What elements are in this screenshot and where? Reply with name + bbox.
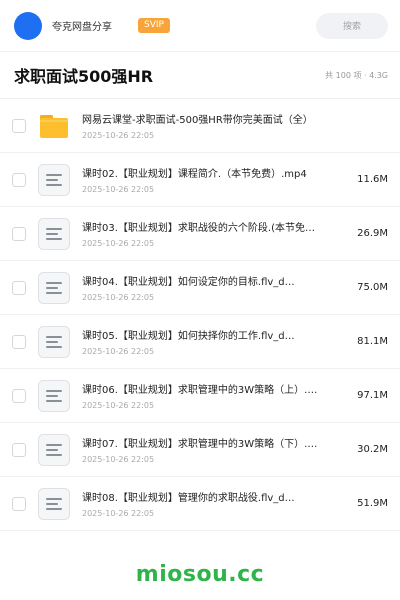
file-size: 26.9M xyxy=(357,228,388,239)
file-date: 2025-10-26 22:05 xyxy=(82,401,155,410)
select-checkbox[interactable] xyxy=(12,172,26,187)
select-checkbox[interactable] xyxy=(12,334,26,349)
file-name[interactable]: 课时06.【职业规划】求职管理中的3W策略（上）.… xyxy=(82,381,342,396)
file-date: 2025-10-26 22:05 xyxy=(82,293,155,302)
select-checkbox[interactable] xyxy=(12,496,26,511)
folder-meta: 共 100 项 · 4.3G xyxy=(325,70,388,80)
folder-row[interactable]: 网易云课堂-求职面试-500强HR带你完美面试（全） 2025-10-26 22:… xyxy=(0,99,400,153)
file-size: 81.1M xyxy=(357,336,388,347)
select-checkbox[interactable] xyxy=(12,118,26,133)
file-info: 网易云课堂-求职面试-500强HR带你完美面试（全） 2025-10-26 22:… xyxy=(82,111,342,140)
file-date: 2025-10-26 22:05 xyxy=(82,131,155,140)
document-icon xyxy=(38,325,70,358)
document-icon xyxy=(38,271,70,304)
file-date: 2025-10-26 22:05 xyxy=(82,347,155,356)
svip-badge: SVIP xyxy=(138,18,170,33)
file-name[interactable]: 课时04.【职业规划】如何设定你的目标.flv_d… xyxy=(82,273,342,288)
file-size: 51.9M xyxy=(357,498,388,509)
search-input[interactable]: 搜索 xyxy=(316,12,388,39)
file-name[interactable]: 课时03.【职业规划】求职战役的六个阶段.(本节免… xyxy=(82,219,342,234)
file-date: 2025-10-26 22:05 xyxy=(82,509,155,518)
file-info: 课时05.【职业规划】如何抉择你的工作.flv_d… 2025-10-26 22:… xyxy=(82,327,342,356)
folder-header: 求职面试500强HR 共 100 项 · 4.3G xyxy=(0,52,400,98)
file-size: 97.1M xyxy=(357,390,388,401)
file-row[interactable]: 课时03.【职业规划】求职战役的六个阶段.(本节免… 2025-10-26 22:… xyxy=(0,207,400,261)
file-name[interactable]: 网易云课堂-求职面试-500强HR带你完美面试（全） xyxy=(82,111,342,126)
file-row[interactable]: 课时07.【职业规划】求职管理中的3W策略（下）.… 2025-10-26 22:… xyxy=(0,423,400,477)
file-size: 30.2M xyxy=(357,444,388,455)
select-checkbox[interactable] xyxy=(12,388,26,403)
top-bar: 夸克网盘分享 SVIP 搜索 xyxy=(0,0,400,52)
app-name: 夸克网盘分享 xyxy=(52,22,112,33)
file-row[interactable]: 课时06.【职业规划】求职管理中的3W策略（上）.… 2025-10-26 22:… xyxy=(0,369,400,423)
file-date: 2025-10-26 22:05 xyxy=(82,185,155,194)
file-info: 课时07.【职业规划】求职管理中的3W策略（下）.… 2025-10-26 22:… xyxy=(82,435,342,464)
document-icon xyxy=(38,487,70,520)
file-size: 75.0M xyxy=(357,282,388,293)
file-name[interactable]: 课时08.【职业规划】管理你的求职战役.flv_d… xyxy=(82,489,342,504)
document-icon xyxy=(38,217,70,250)
document-icon xyxy=(38,379,70,412)
file-info: 课时04.【职业规划】如何设定你的目标.flv_d… 2025-10-26 22:… xyxy=(82,273,342,302)
file-row[interactable]: 课时04.【职业规划】如何设定你的目标.flv_d… 2025-10-26 22:… xyxy=(0,261,400,315)
file-row[interactable]: 课时02.【职业规划】课程简介.（本节免费）.mp4 2025-10-26 22:… xyxy=(0,153,400,207)
file-name[interactable]: 课时07.【职业规划】求职管理中的3W策略（下）.… xyxy=(82,435,342,450)
watermark-text: miosou.cc xyxy=(135,562,265,587)
file-row[interactable]: 课时08.【职业规划】管理你的求职战役.flv_d… 2025-10-26 22:… xyxy=(0,477,400,531)
file-info: 课时08.【职业规划】管理你的求职战役.flv_d… 2025-10-26 22:… xyxy=(82,489,342,518)
file-date: 2025-10-26 22:05 xyxy=(82,239,155,248)
select-checkbox[interactable] xyxy=(12,226,26,241)
select-checkbox[interactable] xyxy=(12,280,26,295)
file-row[interactable]: 课时05.【职业规划】如何抉择你的工作.flv_d… 2025-10-26 22:… xyxy=(0,315,400,369)
file-info: 课时06.【职业规划】求职管理中的3W策略（上）.… 2025-10-26 22:… xyxy=(82,381,342,410)
file-name[interactable]: 课时02.【职业规划】课程简介.（本节免费）.mp4 xyxy=(82,165,342,180)
file-date: 2025-10-26 22:05 xyxy=(82,455,155,464)
avatar[interactable] xyxy=(14,11,42,40)
file-name[interactable]: 课时05.【职业规划】如何抉择你的工作.flv_d… xyxy=(82,327,342,342)
document-icon xyxy=(38,163,70,196)
document-icon xyxy=(38,433,70,466)
file-size: 11.6M xyxy=(357,174,388,185)
file-info: 课时03.【职业规划】求职战役的六个阶段.(本节免… 2025-10-26 22:… xyxy=(82,219,342,248)
folder-icon xyxy=(38,110,70,142)
page-title: 求职面试500强HR xyxy=(14,67,154,86)
file-info: 课时02.【职业规划】课程简介.（本节免费）.mp4 2025-10-26 22:… xyxy=(82,165,342,194)
file-list: 网易云课堂-求职面试-500强HR带你完美面试（全） 2025-10-26 22:… xyxy=(0,98,400,531)
select-checkbox[interactable] xyxy=(12,442,26,457)
